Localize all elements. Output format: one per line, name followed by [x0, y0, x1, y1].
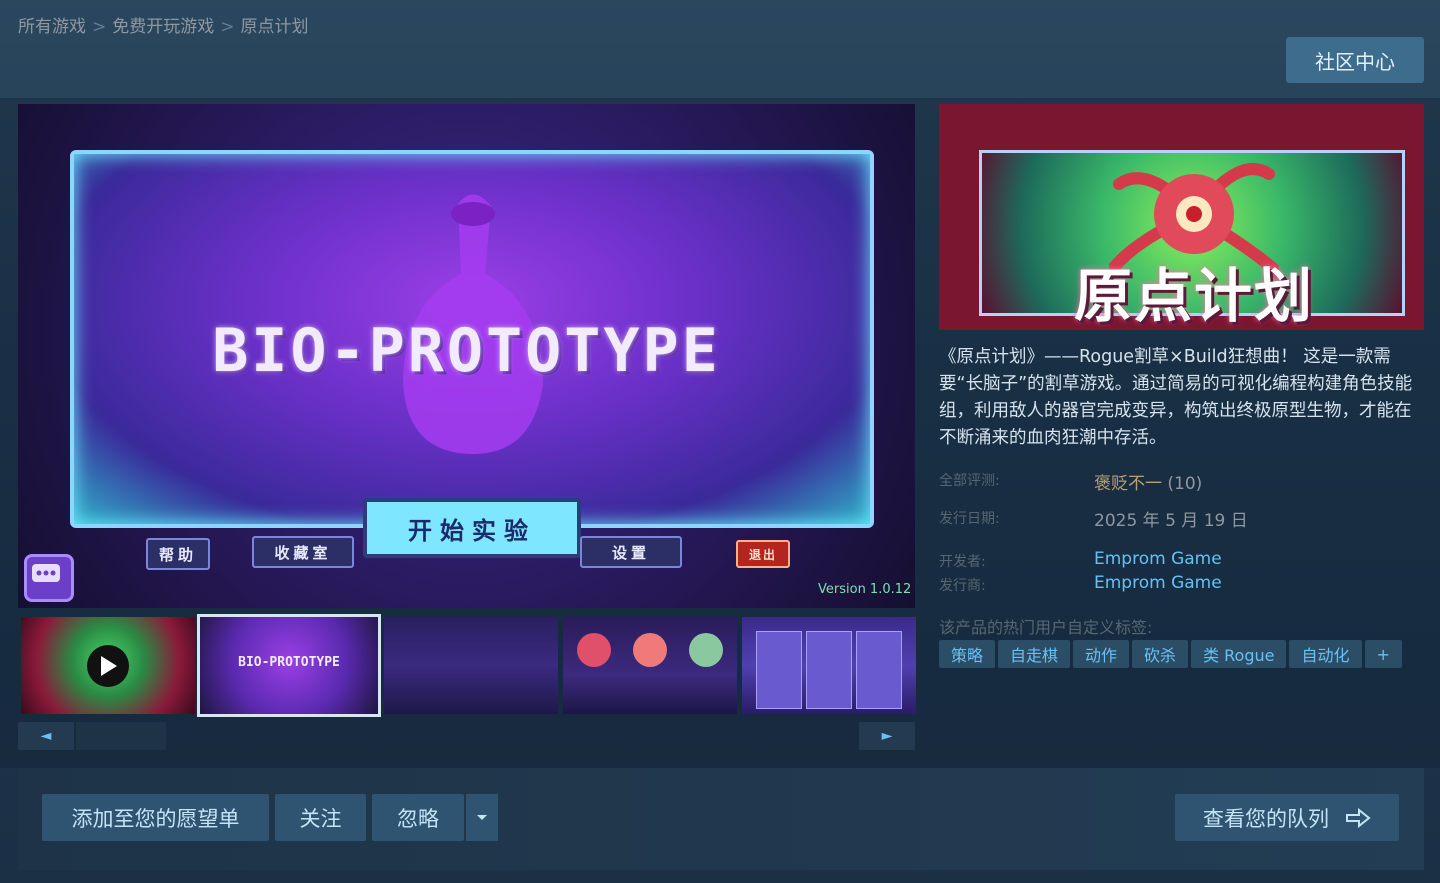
thumbnail-item-icon [577, 633, 611, 667]
tag-strategy[interactable]: 策略 [939, 640, 996, 668]
collection-game-button: 收藏室 [252, 536, 354, 568]
developer-label: 开发者: [939, 554, 986, 570]
chevron-down-icon [477, 814, 487, 820]
review-count: (10) [1167, 474, 1203, 494]
start-experiment-button: 开始实验 [363, 498, 581, 558]
help-game-button: 帮助 [146, 538, 210, 570]
thumbnail-item-icon [689, 633, 723, 667]
publisher-link[interactable]: Emprom Game [1094, 573, 1222, 593]
release-date-label: 发行日期: [939, 511, 1000, 527]
developer-link[interactable]: Emprom Game [1094, 549, 1222, 569]
exit-game-button: 退出 [736, 540, 790, 568]
publisher-label: 发行商: [939, 578, 986, 594]
main-media-viewer[interactable]: BIO-PROTOTYPE 帮助 收藏室 开始实验 设置 退出 Version … [18, 104, 915, 608]
tag-add-button[interactable]: + [1364, 640, 1402, 668]
thumbnail-card [756, 631, 802, 709]
tag-automation[interactable]: 自动化 [1289, 640, 1362, 668]
popular-tags-title: 该产品的热门用户自定义标签: [939, 618, 1153, 637]
thumbnail-image[interactable] [384, 617, 558, 714]
capsule-title: 原点计划 [1074, 262, 1315, 330]
play-icon [87, 645, 129, 687]
tag-auto-battler[interactable]: 自走棋 [998, 640, 1071, 668]
view-queue-label: 查看您的队列 [1203, 806, 1329, 831]
breadcrumb-free-games[interactable]: 免费开玩游戏 [112, 17, 214, 37]
chat-bubble-icon [24, 554, 74, 602]
breadcrumb-all-games[interactable]: 所有游戏 [18, 17, 86, 37]
scroll-handle[interactable] [76, 722, 166, 750]
view-queue-button[interactable]: 查看您的队列 [1175, 794, 1399, 841]
thumbnail-video[interactable] [21, 617, 195, 714]
thumbnail-image[interactable] [742, 617, 916, 714]
version-label: Version 1.0.12 [818, 582, 912, 597]
thumbnail-card [856, 631, 902, 709]
ignore-button[interactable]: 忽略 [372, 794, 464, 841]
breadcrumb-current-game[interactable]: 原点计划 [241, 17, 309, 37]
arrow-right-icon [1346, 807, 1371, 828]
community-hub-button[interactable]: 社区中心 [1286, 37, 1424, 83]
tag-list: 策略 自走棋 动作 砍杀 类 Rogue 自动化 + [939, 640, 1402, 668]
add-to-wishlist-button[interactable]: 添加至您的愿望单 [42, 794, 269, 841]
thumbnail-caption: BIO-PROTOTYPE [238, 655, 340, 670]
settings-game-button: 设置 [580, 536, 682, 568]
ignore-dropdown-button[interactable] [466, 794, 498, 841]
thumbnail-item-icon [633, 633, 667, 667]
scroll-left-arrow-icon[interactable]: ◄ [18, 722, 74, 750]
game-logo-text: BIO-PROTOTYPE [212, 316, 721, 386]
tag-hack-and-slash[interactable]: 砍杀 [1132, 640, 1189, 668]
game-description: 《原点计划》——Rogue割草×Build狂想曲！ 这是一款需要“长脑子”的割草… [939, 347, 1413, 448]
review-score[interactable]: 褒贬不一 [1094, 474, 1162, 494]
follow-button[interactable]: 关注 [275, 794, 366, 841]
chat-dots-icon [32, 564, 60, 582]
breadcrumb-separator: > [92, 17, 107, 37]
screenshot-frame: BIO-PROTOTYPE 帮助 收藏室 开始实验 设置 退出 Version … [18, 104, 915, 608]
reviews-label: 全部评测: [939, 473, 1000, 489]
release-date-value: 2025 年 5 月 19 日 [1094, 511, 1248, 531]
breadcrumb-separator: > [220, 17, 235, 37]
thumbnail-image[interactable] [563, 617, 737, 714]
breadcrumb: 所有游戏 > 免费开玩游戏 > 原点计划 [18, 12, 309, 37]
thumbnail-scrollbar[interactable]: ◄ ► [18, 722, 915, 750]
tag-action[interactable]: 动作 [1073, 640, 1130, 668]
thumbnail-card [806, 631, 852, 709]
game-capsule-image: 原点计划 [939, 104, 1424, 330]
thumbnail-selected[interactable]: BIO-PROTOTYPE [197, 614, 381, 717]
scroll-right-arrow-icon[interactable]: ► [859, 722, 915, 750]
reviews-summary[interactable]: 褒贬不一 (10) [1094, 469, 1202, 494]
tag-roguelike[interactable]: 类 Rogue [1191, 640, 1287, 668]
